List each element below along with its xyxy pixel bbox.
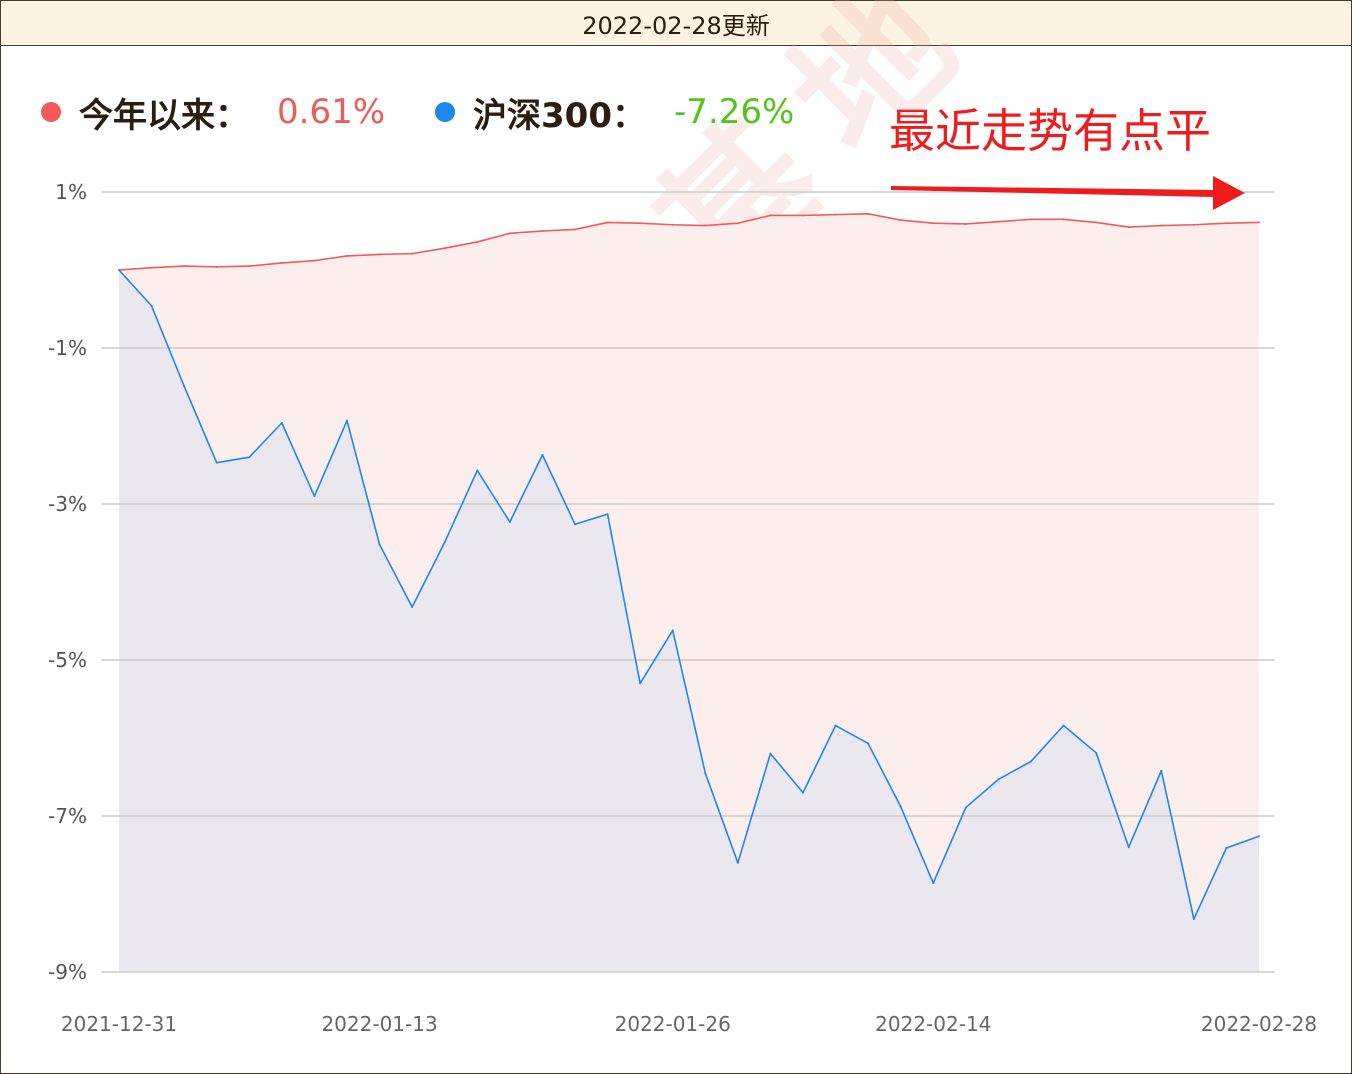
data-point-ytd [736, 222, 739, 225]
legend-label-hs300: 沪深300： [473, 95, 646, 136]
data-point-hs300 [1225, 846, 1228, 849]
data-point-ytd [867, 212, 870, 215]
data-point-ytd [1127, 226, 1130, 229]
data-point-hs300 [118, 269, 120, 271]
data-point-hs300 [964, 806, 967, 809]
data-point-ytd [964, 222, 967, 225]
data-point-ytd [215, 265, 218, 268]
y-tick-label: -9% [48, 960, 87, 984]
data-point-hs300 [215, 461, 218, 464]
data-point-hs300 [443, 541, 446, 544]
data-point-ytd [932, 222, 935, 225]
data-point-hs300 [997, 778, 1000, 781]
data-point-ytd [899, 219, 902, 222]
data-point-hs300 [1192, 917, 1195, 920]
data-point-ytd [671, 223, 674, 226]
legend-value-ytd: 0.61% [277, 92, 386, 132]
data-point-hs300 [541, 453, 544, 456]
data-point-ytd [476, 240, 479, 243]
x-tick-label: 2021-12-31 [61, 1012, 177, 1036]
data-point-ytd [574, 228, 576, 231]
data-point-hs300 [508, 520, 511, 523]
x-tick-label: 2022-02-14 [875, 1012, 991, 1036]
data-point-hs300 [671, 629, 674, 632]
data-point-ytd [606, 221, 609, 224]
y-tick-label: -5% [48, 648, 87, 672]
data-point-hs300 [769, 752, 772, 755]
data-point-ytd [541, 230, 544, 232]
data-point-ytd [639, 222, 642, 225]
data-point-ytd [834, 213, 837, 216]
data-point-hs300 [411, 605, 414, 608]
data-point-ytd [1160, 224, 1163, 227]
data-point-hs300 [313, 495, 316, 498]
data-point-hs300 [346, 419, 348, 422]
data-point-hs300 [834, 724, 837, 727]
data-point-ytd [346, 254, 348, 257]
trend-annotation: 最近走势有点平 [889, 104, 1211, 158]
data-point-ytd [378, 253, 381, 256]
data-point-ytd [411, 252, 414, 255]
data-point-hs300 [1160, 769, 1163, 772]
data-point-ytd [150, 266, 153, 269]
data-point-ytd [183, 265, 186, 268]
legend-value-hs300: -7.26% [674, 92, 795, 132]
legend-label-ytd: 今年以来： [79, 95, 249, 136]
data-point-hs300 [1258, 835, 1260, 838]
data-point-ytd [1192, 223, 1195, 226]
data-point-hs300 [248, 456, 251, 459]
data-point-hs300 [899, 805, 902, 808]
data-point-ytd [1258, 221, 1260, 224]
data-point-ytd [248, 265, 251, 268]
data-point-hs300 [606, 513, 609, 516]
data-point-hs300 [932, 882, 935, 885]
data-point-ytd [280, 261, 283, 264]
data-point-ytd [1062, 218, 1065, 221]
data-point-hs300 [802, 791, 804, 794]
chart-legend: 今年以来： 0.61% 沪深300： -7.26% [41, 88, 844, 137]
data-point-ytd [1225, 222, 1228, 225]
data-point-hs300 [736, 861, 739, 864]
data-point-ytd [704, 224, 707, 227]
x-tick-label: 2022-01-26 [615, 1012, 731, 1036]
x-tick-label: 2022-01-13 [321, 1012, 437, 1036]
data-point-hs300 [704, 772, 707, 775]
data-point-hs300 [183, 385, 186, 388]
data-point-ytd [769, 214, 772, 217]
legend-dot-hs300 [435, 102, 456, 122]
chart-frame: 2022-02-28更新 搞钱基地 1%-1%-3%-5%-7%-9%2021-… [0, 0, 1352, 1074]
data-point-ytd [802, 214, 804, 217]
data-point-hs300 [574, 523, 576, 526]
data-point-hs300 [150, 304, 153, 307]
data-point-hs300 [1062, 724, 1065, 727]
data-point-ytd [1095, 221, 1098, 224]
data-point-hs300 [1030, 760, 1032, 763]
legend-item-hs300[interactable]: 沪深300： -7.26% [435, 88, 794, 137]
data-point-ytd [313, 259, 316, 262]
y-tick-label: -3% [48, 492, 87, 516]
data-point-ytd [443, 247, 446, 250]
data-point-hs300 [378, 543, 381, 546]
y-tick-label: -1% [48, 336, 87, 360]
legend-item-ytd[interactable]: 今年以来： 0.61% [41, 88, 385, 137]
trend-arrow [891, 176, 1245, 210]
data-point-hs300 [639, 682, 642, 685]
data-point-ytd [997, 220, 1000, 223]
data-point-hs300 [1095, 751, 1098, 754]
data-point-hs300 [476, 469, 479, 472]
data-point-ytd [1030, 218, 1032, 221]
x-tick-label: 2022-02-28 [1201, 1012, 1317, 1036]
data-point-ytd [508, 232, 511, 235]
data-point-hs300 [867, 742, 870, 745]
data-point-hs300 [1127, 846, 1130, 849]
legend-dot-ytd [41, 102, 61, 122]
line-chart: 1% -1% -3% -5% -7% -9% 2021-12-31 2022-01-13 202… [48, 176, 1317, 1036]
y-tick-label: 1% [55, 180, 87, 204]
data-point-hs300 [280, 421, 283, 424]
y-tick-label: -7% [48, 804, 87, 828]
